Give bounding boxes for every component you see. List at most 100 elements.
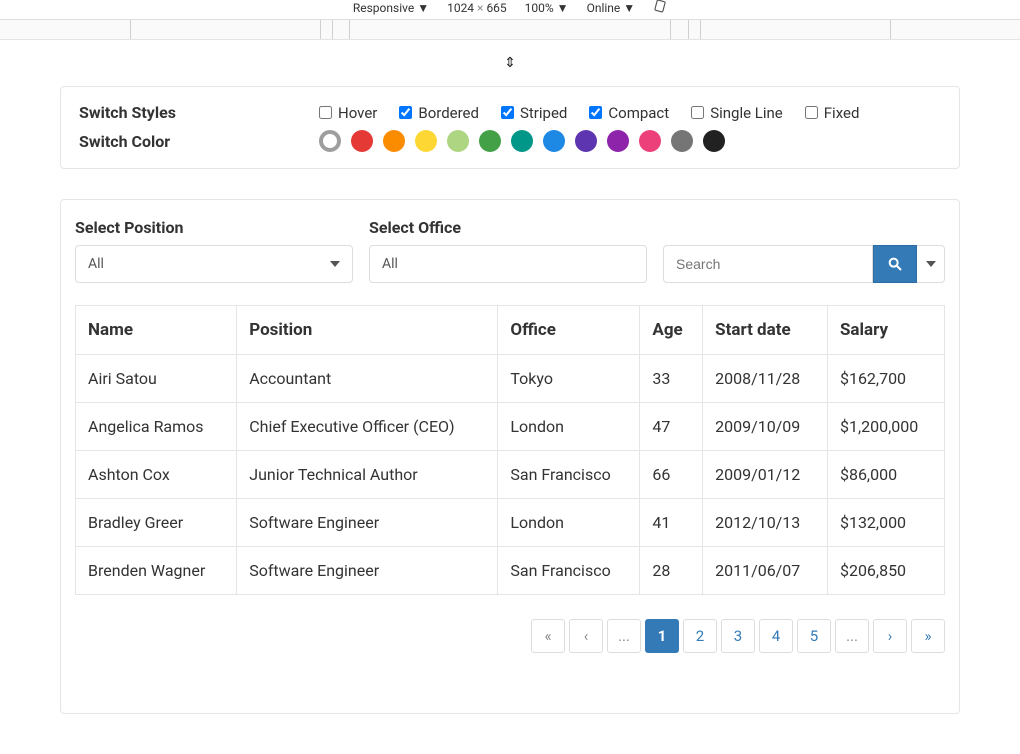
table-row: Brenden WagnerSoftware EngineerSan Franc… bbox=[76, 547, 945, 595]
cell-age: 28 bbox=[640, 547, 703, 595]
page-1[interactable]: 1 bbox=[645, 619, 679, 653]
select-position-label: Select Position bbox=[75, 218, 353, 237]
cell-name: Airi Satou bbox=[76, 355, 237, 403]
cell-salary: $1,200,000 bbox=[827, 403, 944, 451]
cell-position: Chief Executive Officer (CEO) bbox=[237, 403, 498, 451]
style-option-label: Single Line bbox=[710, 104, 783, 122]
cell-start: 2009/10/09 bbox=[703, 403, 828, 451]
page-next[interactable]: › bbox=[873, 619, 907, 653]
color-swatch[interactable] bbox=[319, 130, 341, 152]
cell-start: 2011/06/07 bbox=[703, 547, 828, 595]
page-last[interactable]: » bbox=[911, 619, 945, 653]
cell-age: 41 bbox=[640, 499, 703, 547]
style-checkbox[interactable] bbox=[805, 106, 818, 119]
responsive-mode-dropdown[interactable]: Responsive ▼ bbox=[353, 1, 429, 15]
column-header[interactable]: Office bbox=[498, 306, 640, 355]
cell-office: San Francisco bbox=[498, 451, 640, 499]
style-checkbox[interactable] bbox=[691, 106, 704, 119]
network-dropdown[interactable]: Online ▼ bbox=[587, 1, 636, 15]
zoom-dropdown[interactable]: 100% ▼ bbox=[525, 1, 569, 15]
column-header[interactable]: Name bbox=[76, 306, 237, 355]
chevron-down-icon bbox=[926, 261, 936, 267]
column-header[interactable]: Age bbox=[640, 306, 703, 355]
color-swatch[interactable] bbox=[383, 130, 405, 152]
search-dropdown-button[interactable] bbox=[917, 245, 945, 283]
color-swatch[interactable] bbox=[607, 130, 629, 152]
style-option-bordered[interactable]: Bordered bbox=[399, 104, 479, 122]
table-row: Angelica RamosChief Executive Officer (C… bbox=[76, 403, 945, 451]
style-option-label: Bordered bbox=[418, 104, 479, 122]
cell-position: Junior Technical Author bbox=[237, 451, 498, 499]
cell-office: San Francisco bbox=[498, 547, 640, 595]
cell-office: London bbox=[498, 499, 640, 547]
color-swatch[interactable] bbox=[511, 130, 533, 152]
page-prev: ‹ bbox=[569, 619, 603, 653]
cell-name: Bradley Greer bbox=[76, 499, 237, 547]
color-swatch[interactable] bbox=[351, 130, 373, 152]
ruler-bar bbox=[0, 20, 1020, 40]
chevron-down-icon bbox=[330, 261, 340, 267]
page-5[interactable]: 5 bbox=[797, 619, 831, 653]
color-swatch[interactable] bbox=[671, 130, 693, 152]
pagination: «‹...12345...›» bbox=[75, 619, 945, 653]
select-position-value: All bbox=[88, 256, 104, 272]
style-option-label: Striped bbox=[520, 104, 567, 122]
style-option-hover[interactable]: Hover bbox=[319, 104, 377, 122]
cell-position: Software Engineer bbox=[237, 499, 498, 547]
data-table: NamePositionOfficeAgeStart dateSalary Ai… bbox=[75, 305, 945, 595]
responsive-mode-label: Responsive bbox=[353, 1, 414, 15]
color-swatch[interactable] bbox=[543, 130, 565, 152]
search-input[interactable] bbox=[663, 245, 873, 283]
column-header[interactable]: Position bbox=[237, 306, 498, 355]
style-option-label: Hover bbox=[338, 104, 377, 122]
column-header[interactable]: Start date bbox=[703, 306, 828, 355]
switch-styles-label: Switch Styles bbox=[79, 103, 319, 122]
cell-start: 2009/01/12 bbox=[703, 451, 828, 499]
column-header[interactable]: Salary bbox=[827, 306, 944, 355]
page-4[interactable]: 4 bbox=[759, 619, 793, 653]
select-office-value: All bbox=[382, 256, 398, 272]
style-option-fixed[interactable]: Fixed bbox=[805, 104, 860, 122]
select-position-dropdown[interactable]: All bbox=[75, 245, 353, 283]
color-swatch[interactable] bbox=[575, 130, 597, 152]
viewport-width[interactable]: 1024 bbox=[447, 1, 474, 15]
cell-name: Brenden Wagner bbox=[76, 547, 237, 595]
page-2[interactable]: 2 bbox=[683, 619, 717, 653]
cell-office: London bbox=[498, 403, 640, 451]
style-checkbox[interactable] bbox=[501, 106, 514, 119]
search-button[interactable] bbox=[873, 245, 917, 283]
color-swatch[interactable] bbox=[639, 130, 661, 152]
network-label: Online bbox=[587, 1, 621, 15]
page-first: « bbox=[531, 619, 565, 653]
color-swatch[interactable] bbox=[479, 130, 501, 152]
color-swatch[interactable] bbox=[703, 130, 725, 152]
filters-panel: Select Position All Select Office All bbox=[60, 199, 960, 714]
style-option-striped[interactable]: Striped bbox=[501, 104, 567, 122]
page-3[interactable]: 3 bbox=[721, 619, 755, 653]
style-option-single-line[interactable]: Single Line bbox=[691, 104, 783, 122]
select-office-dropdown[interactable]: All bbox=[369, 245, 647, 283]
cell-start: 2008/11/28 bbox=[703, 355, 828, 403]
table-row: Ashton CoxJunior Technical AuthorSan Fra… bbox=[76, 451, 945, 499]
resize-handle-icon[interactable]: ⇕ bbox=[0, 55, 1020, 71]
cell-age: 33 bbox=[640, 355, 703, 403]
style-option-compact[interactable]: Compact bbox=[589, 104, 669, 122]
viewport-height[interactable]: 665 bbox=[486, 1, 506, 15]
cell-office: Tokyo bbox=[498, 355, 640, 403]
style-checkbox[interactable] bbox=[589, 106, 602, 119]
cell-position: Accountant bbox=[237, 355, 498, 403]
cell-salary: $206,850 bbox=[827, 547, 944, 595]
style-option-label: Fixed bbox=[824, 104, 860, 122]
style-checkbox[interactable] bbox=[319, 106, 332, 119]
color-swatch[interactable] bbox=[447, 130, 469, 152]
cell-salary: $162,700 bbox=[827, 355, 944, 403]
devtools-bar: Responsive ▼ 1024 × 665 100% ▼ Online ▼ bbox=[0, 0, 1020, 20]
search-icon bbox=[887, 256, 903, 272]
cell-name: Angelica Ramos bbox=[76, 403, 237, 451]
rotate-icon[interactable] bbox=[653, 0, 667, 16]
color-swatch[interactable] bbox=[415, 130, 437, 152]
table-row: Bradley GreerSoftware EngineerLondon4120… bbox=[76, 499, 945, 547]
cell-position: Software Engineer bbox=[237, 547, 498, 595]
style-checkbox[interactable] bbox=[399, 106, 412, 119]
select-office-label: Select Office bbox=[369, 218, 647, 237]
